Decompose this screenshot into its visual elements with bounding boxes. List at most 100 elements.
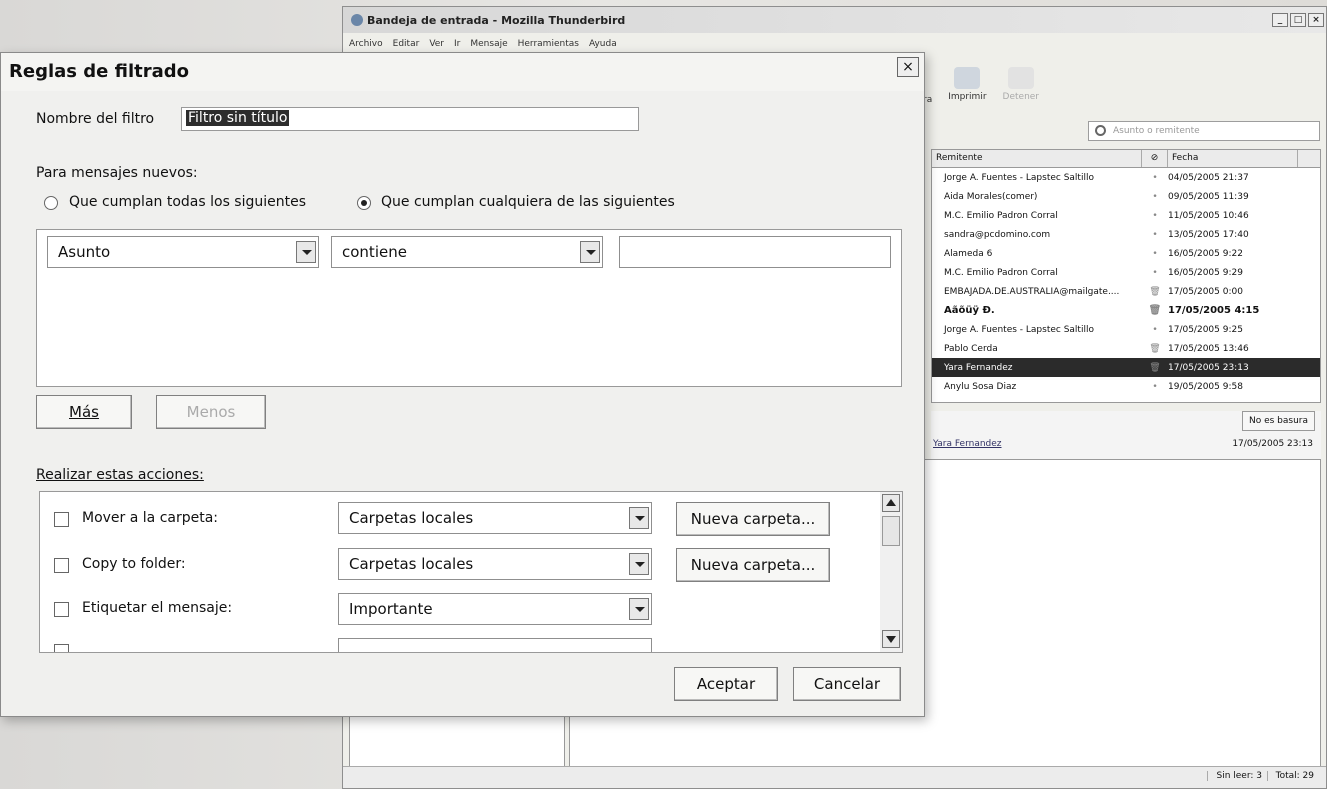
less-button: Menos	[156, 395, 266, 429]
list-item[interactable]: Jorge A. Fuentes - Lapstec Saltillo • 04/0…	[932, 168, 1320, 187]
stop-label: Detener	[1002, 92, 1040, 102]
chevron-down-icon	[629, 507, 649, 529]
action-move-checkbox[interactable]	[54, 512, 69, 527]
list-item[interactable]: Pablo Cerda 🗑 17/05/2005 13:46	[932, 339, 1320, 358]
search-input[interactable]: Asunto o remitente	[1088, 121, 1320, 141]
printer-icon	[954, 67, 981, 89]
action-label-checkbox[interactable]	[54, 602, 69, 617]
stop-icon	[1007, 67, 1034, 89]
list-item[interactable]: EMBAJADA.DE.AUSTRALIA@mailgate.... 🗑 17/05…	[932, 282, 1320, 301]
radio-match-all-label: Que cumplan todas los siguientes	[69, 194, 307, 210]
chevron-down-icon	[296, 241, 316, 263]
list-item[interactable]: M.C. Emilio Padron Corral • 16/05/2005 9:2…	[932, 263, 1320, 282]
radio-match-any[interactable]	[357, 196, 371, 210]
menu-herramientas[interactable]: Herramientas	[518, 39, 579, 49]
action-next-checkbox[interactable]	[54, 644, 69, 652]
close-window-button[interactable]: ×	[1308, 13, 1324, 27]
label-select[interactable]: Importante	[338, 593, 652, 625]
maximize-button[interactable]: □	[1290, 13, 1306, 27]
filter-name-label: Nombre del filtro	[36, 111, 155, 127]
column-sender[interactable]: Remitente	[932, 150, 1142, 167]
search-placeholder: Asunto o remitente	[1113, 126, 1200, 136]
move-folder-value: Carpetas locales	[349, 509, 474, 527]
actions-list: Mover a la carpeta: Carpetas locales Nue…	[39, 491, 903, 653]
more-button[interactable]: Más	[36, 395, 132, 429]
criterion-field-select[interactable]: Asunto	[47, 236, 319, 268]
less-button-label: Menos	[186, 403, 236, 421]
filter-rules-dialog: Reglas de filtrado × Nombre del filtro F…	[0, 52, 925, 717]
list-item[interactable]: Alameda 6 • 16/05/2005 9:22	[932, 244, 1320, 263]
menu-archivo[interactable]: Archivo	[349, 39, 383, 49]
menu-ir[interactable]: Ir	[454, 39, 460, 49]
actions-scrollbar[interactable]	[880, 492, 902, 652]
message-list: Remitente ⊘ Fecha Jorge A. Fuentes - Lap…	[931, 149, 1321, 403]
stop-button[interactable]: Detener	[1003, 67, 1039, 105]
column-junk-icon[interactable]: ⊘	[1142, 150, 1168, 167]
window-title: Bandeja de entrada - Mozilla Thunderbird	[367, 13, 626, 27]
move-folder-select[interactable]: Carpetas locales	[338, 502, 652, 534]
criteria-list: Asunto contiene	[36, 229, 902, 387]
menu-mensaje[interactable]: Mensaje	[470, 39, 507, 49]
not-junk-button[interactable]: No es basura	[1241, 411, 1315, 431]
column-date[interactable]: Fecha	[1168, 150, 1298, 167]
minimize-button[interactable]: _	[1272, 13, 1288, 27]
list-item[interactable]: sandra@pcdomino.com • 13/05/2005 17:40	[932, 225, 1320, 244]
new-messages-label: Para mensajes nuevos:	[36, 165, 198, 181]
ok-button[interactable]: Aceptar	[674, 667, 778, 701]
new-folder-button-label: Nueva carpeta...	[690, 556, 816, 574]
thunderbird-app-icon	[351, 14, 363, 26]
copy-folder-select[interactable]: Carpetas locales	[338, 548, 652, 580]
status-unread: Sin leer: 3	[1207, 771, 1262, 781]
main-toolbar: ra Imprimir Detener	[923, 67, 1039, 105]
scroll-up-icon[interactable]	[882, 494, 900, 512]
criterion-value-input[interactable]	[619, 236, 891, 268]
list-item[interactable]: Yara Fernandez 🗑 17/05/2005 23:13	[932, 358, 1320, 377]
action-copy-label: Copy to folder:	[82, 556, 186, 572]
filter-name-input[interactable]: Filtro sin título	[181, 107, 639, 131]
menu-editar[interactable]: Editar	[393, 39, 420, 49]
more-button-label: Más	[69, 403, 99, 421]
menu-ayuda[interactable]: Ayuda	[589, 39, 617, 49]
preview-date: 17/05/2005 23:13	[1232, 439, 1313, 449]
message-list-header: Remitente ⊘ Fecha	[932, 150, 1320, 168]
cancel-button[interactable]: Cancelar	[793, 667, 901, 701]
criterion-operator-value: contiene	[342, 243, 407, 261]
preview-header: No es basura Yara Fernandez 17/05/2005 2…	[931, 411, 1321, 459]
close-dialog-button[interactable]: ×	[897, 57, 919, 77]
print-button[interactable]: Imprimir	[948, 67, 987, 105]
radio-match-all[interactable]	[44, 196, 58, 210]
chevron-down-icon	[629, 598, 649, 620]
criterion-field-value: Asunto	[58, 243, 111, 261]
dialog-titlebar: Reglas de filtrado ×	[1, 53, 924, 91]
chevron-down-icon	[629, 553, 649, 575]
list-item[interactable]: Äãõüÿ Ð. 🗑 17/05/2005 4:15	[932, 301, 1320, 320]
thunderbird-titlebar: Bandeja de entrada - Mozilla Thunderbird…	[343, 7, 1326, 33]
dialog-title: Reglas de filtrado	[9, 61, 189, 82]
list-item[interactable]: M.C. Emilio Padron Corral • 11/05/2005 10:…	[932, 206, 1320, 225]
filter-name-value: Filtro sin título	[186, 110, 290, 126]
action-move-label: Mover a la carpeta:	[82, 510, 219, 526]
action-label-label: Etiquetar el mensaje:	[82, 600, 233, 616]
list-item[interactable]: Aida Morales(comer) • 09/05/2005 11:39	[932, 187, 1320, 206]
radio-match-any-label: Que cumplan cualquiera de las siguientes	[381, 194, 675, 210]
list-item[interactable]: Anylu Sosa Diaz • 19/05/2005 9:58	[932, 377, 1320, 396]
copy-folder-value: Carpetas locales	[349, 555, 474, 573]
preview-from-link[interactable]: Yara Fernandez	[933, 439, 1002, 449]
status-total: Total: 29	[1266, 771, 1314, 781]
new-folder-button-2[interactable]: Nueva carpeta...	[676, 548, 830, 582]
chevron-down-icon	[580, 241, 600, 263]
print-label: Imprimir	[948, 92, 987, 102]
scroll-down-icon[interactable]	[882, 630, 900, 648]
list-item[interactable]: Jorge A. Fuentes - Lapstec Saltillo • 17/0…	[932, 320, 1320, 339]
action-copy-checkbox[interactable]	[54, 558, 69, 573]
new-folder-button[interactable]: Nueva carpeta...	[676, 502, 830, 536]
scroll-thumb[interactable]	[882, 516, 900, 546]
next-action-select[interactable]	[338, 638, 652, 652]
status-bar: Sin leer: 3 Total: 29	[343, 766, 1326, 788]
label-value: Importante	[349, 600, 433, 618]
ok-button-label: Aceptar	[696, 675, 756, 693]
actions-label: Realizar estas acciones:	[36, 467, 204, 483]
cancel-button-label: Cancelar	[813, 675, 881, 693]
menu-ver[interactable]: Ver	[429, 39, 444, 49]
criterion-operator-select[interactable]: contiene	[331, 236, 603, 268]
